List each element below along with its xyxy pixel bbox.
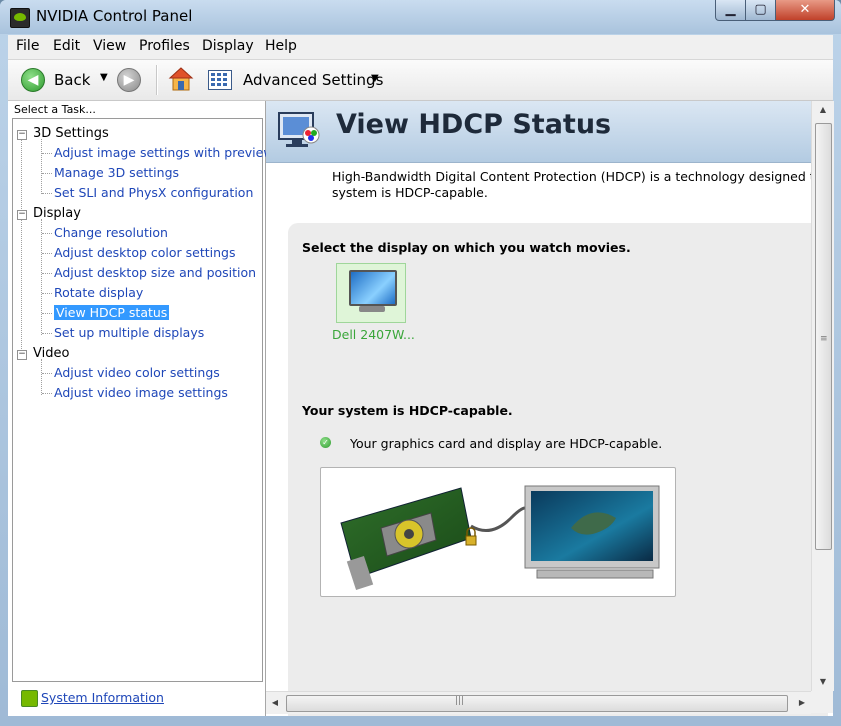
page-description: High-Bandwidth Digital Content Protectio… xyxy=(332,169,833,201)
page-title: View HDCP Status xyxy=(336,109,612,140)
monitor-stand xyxy=(359,306,385,312)
home-icon[interactable] xyxy=(168,66,194,92)
task-manage-3d-settings[interactable]: Manage 3D settings xyxy=(54,165,179,180)
check-icon: ✓ xyxy=(320,437,331,448)
horizontal-scroll-thumb[interactable]: ||| xyxy=(286,695,788,712)
task-set-up-multiple-displays[interactable]: Set up multiple displays xyxy=(54,325,204,340)
tree-connector xyxy=(41,359,42,395)
description-line-2: system is HDCP-capable. xyxy=(332,185,488,200)
task-pane-header: Select a Task... xyxy=(14,103,96,116)
description-line-1: High-Bandwidth Digital Content Protectio… xyxy=(332,169,833,184)
task-adjust-image-settings[interactable]: Adjust image settings with preview xyxy=(54,145,274,160)
hdcp-illustration xyxy=(320,467,676,597)
category-3d-settings[interactable]: 3D Settings xyxy=(33,126,109,141)
toolbar-separator xyxy=(156,65,158,95)
task-adjust-video-color[interactable]: Adjust video color settings xyxy=(54,365,220,380)
tree-connector xyxy=(21,139,22,359)
tv-illustration xyxy=(524,485,660,579)
select-display-heading: Select the display on which you watch mo… xyxy=(302,240,631,255)
collapse-icon[interactable]: − xyxy=(17,210,27,220)
back-arrow-icon[interactable]: ◀ xyxy=(21,68,45,92)
maximize-button[interactable]: ▢ xyxy=(745,0,776,21)
back-dropdown-icon[interactable]: ▼ xyxy=(100,72,108,83)
advanced-settings-button[interactable]: Advanced Settings xyxy=(243,71,383,89)
title-bar[interactable]: NVIDIA Control Panel ▁ ▢ ✕ xyxy=(0,0,841,34)
forward-arrow-icon[interactable]: ▶ xyxy=(117,68,141,92)
scroll-corner xyxy=(811,691,833,713)
task-tree: − 3D Settings Adjust image settings with… xyxy=(12,118,274,682)
page-banner: View HDCP Status xyxy=(266,101,811,163)
system-information-link[interactable]: System Information xyxy=(41,690,164,705)
display-name-label[interactable]: Dell 2407W... xyxy=(332,327,415,342)
graphics-card-illustration xyxy=(340,487,526,591)
task-adjust-desktop-color[interactable]: Adjust desktop color settings xyxy=(54,245,235,260)
task-view-hdcp-status[interactable]: View HDCP status xyxy=(54,305,170,320)
advanced-settings-icon[interactable] xyxy=(208,70,232,90)
scroll-right-icon[interactable]: ▶ xyxy=(793,692,811,714)
app-window: NVIDIA Control Panel ▁ ▢ ✕ File Edit Vie… xyxy=(0,0,841,726)
horizontal-scrollbar[interactable]: ◀ ||| ▶ xyxy=(266,691,811,714)
tree-connector xyxy=(41,139,42,194)
content-pane: View HDCP Status High-Bandwidth Digital … xyxy=(266,101,833,716)
vertical-scroll-thumb[interactable]: ≡ xyxy=(815,123,832,550)
category-display[interactable]: Display xyxy=(33,206,81,221)
category-video[interactable]: Video xyxy=(33,346,69,361)
status-detail: Your graphics card and display are HDCP-… xyxy=(350,436,663,451)
tree-connector xyxy=(41,219,42,335)
system-information-icon[interactable] xyxy=(21,690,38,707)
scroll-left-icon[interactable]: ◀ xyxy=(266,692,284,714)
menu-profiles[interactable]: Profiles xyxy=(139,38,190,54)
advanced-settings-dropdown-icon[interactable]: ▼ xyxy=(371,73,379,84)
task-set-sli-physx[interactable]: Set SLI and PhysX configuration xyxy=(54,185,253,200)
nvidia-logo-icon xyxy=(10,8,30,28)
menu-edit[interactable]: Edit xyxy=(53,38,80,54)
settings-panel: Select the display on which you watch mo… xyxy=(288,223,828,716)
toolbar: ◀ Back ▼ ▶ Advanced Settings ▼ xyxy=(8,60,833,101)
menu-bar: File Edit View Profiles Display Help xyxy=(8,35,833,60)
window-title: NVIDIA Control Panel xyxy=(36,7,193,25)
task-pane: Select a Task... − 3D Settings Adjust im… xyxy=(8,101,274,716)
menu-help[interactable]: Help xyxy=(265,38,297,54)
minimize-button[interactable]: ▁ xyxy=(715,0,746,21)
task-change-resolution[interactable]: Change resolution xyxy=(54,225,168,240)
monitor-icon xyxy=(349,270,397,306)
task-adjust-video-image[interactable]: Adjust video image settings xyxy=(54,385,228,400)
menu-file[interactable]: File xyxy=(16,38,39,54)
close-button[interactable]: ✕ xyxy=(775,0,835,21)
collapse-icon[interactable]: − xyxy=(17,350,27,360)
back-button[interactable]: Back xyxy=(54,71,90,89)
task-adjust-desktop-size[interactable]: Adjust desktop size and position xyxy=(54,265,256,280)
task-rotate-display[interactable]: Rotate display xyxy=(54,285,143,300)
display-selector-tile[interactable] xyxy=(336,263,406,323)
scroll-down-icon[interactable]: ▼ xyxy=(812,673,834,691)
scroll-up-icon[interactable]: ▲ xyxy=(812,101,834,119)
collapse-icon[interactable]: − xyxy=(17,130,27,140)
menu-display[interactable]: Display xyxy=(202,38,254,54)
vertical-scrollbar[interactable]: ▲ ≡ ▼ xyxy=(811,101,834,691)
hdcp-display-icon xyxy=(278,112,320,147)
status-heading: Your system is HDCP-capable. xyxy=(302,403,513,418)
menu-view[interactable]: View xyxy=(93,38,126,54)
